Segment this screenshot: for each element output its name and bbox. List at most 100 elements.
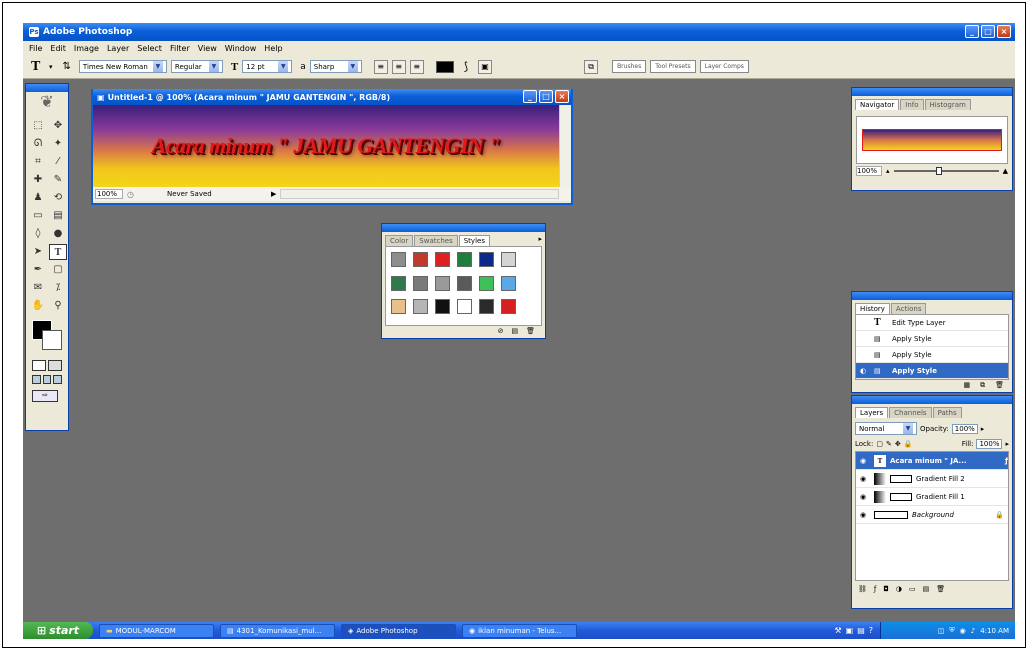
layer-row[interactable]: ◉ Gradient Fill 2 [856,470,1008,488]
style-swatch[interactable] [413,252,428,267]
taskbar-item[interactable]: ▬ MODUL-MARCOM [99,623,214,638]
layer-effects-icon[interactable]: ƒ [1005,457,1008,465]
speaker-icon[interactable]: ♪ [971,627,975,635]
history-brush-icon[interactable]: ◐ [860,367,870,375]
opacity-field[interactable]: 100% [951,423,978,434]
layer-row[interactable]: ◉ T Acara minum " JA... ƒ [856,452,1008,470]
menu-select[interactable]: Select [137,44,162,53]
style-swatch[interactable] [391,299,406,315]
opacity-arrow-icon[interactable]: ▸ [981,425,985,433]
palettes-toggle-button[interactable]: ▣ [478,59,493,74]
monitor-icon[interactable]: ▣ [846,626,854,635]
lock-transparency-icon[interactable]: ▢ [876,440,883,448]
doc-maximize-button[interactable]: □ [539,90,553,103]
visibility-eye-icon[interactable]: ◉ [860,475,870,483]
antivirus-icon[interactable]: ◉ [960,627,966,635]
style-swatch[interactable] [479,275,494,291]
style-swatch[interactable] [435,252,450,267]
palette-well-layer-comps[interactable]: Layer Comps [699,60,749,73]
tab-info[interactable]: Info [900,99,924,110]
document-vscroll[interactable] [559,105,571,187]
document-titlebar[interactable]: ▣ Untitled-1 @ 100% (Acara minum " JAMU … [93,89,571,105]
layer-row[interactable]: ◉ Gradient Fill 1 [856,488,1008,506]
document-hscroll[interactable] [280,189,559,199]
style-swatch[interactable] [413,275,428,291]
clone-stamp-tool-icon[interactable]: ♟ [29,190,47,206]
zoom-level[interactable]: 100% [95,189,123,199]
feather-logo-icon[interactable]: ❦ [26,92,68,114]
window-icon[interactable]: ▤ [857,626,865,635]
delete-style-icon[interactable]: 🗑 [526,327,535,335]
tab-color[interactable]: Color [385,235,414,246]
taskbar-item-active[interactable]: ◈ Adobe Photoshop [341,623,456,638]
taskbar-item[interactable]: ◉ iklan minuman - Telus... [462,623,577,638]
zoom-in-icon[interactable]: ▲ [1003,167,1008,175]
doc-minimize-button[interactable]: _ [523,90,537,103]
eyedropper-tool-icon[interactable]: ⁒ [49,280,67,296]
warp-text-icon[interactable]: ⟆ [464,60,468,73]
style-swatch[interactable] [413,299,428,315]
zoom-slider[interactable] [893,167,999,175]
palette-well-tool-presets[interactable]: Tool Presets [650,60,696,73]
menu-filter[interactable]: Filter [170,44,190,53]
crop-tool-icon[interactable]: ⌗ [29,154,47,170]
dodge-tool-icon[interactable]: ● [49,226,67,242]
clock[interactable]: 4:10 AM [980,627,1009,635]
lock-pixels-icon[interactable]: ✎ [886,440,892,448]
notes-tool-icon[interactable]: ✉ [29,280,47,296]
tool-preset-dropdown-icon[interactable]: ▾ [49,63,53,71]
style-swatch[interactable] [435,299,450,315]
new-style-icon[interactable]: ▤ [511,327,518,335]
new-layer-icon[interactable]: ▤ [923,585,930,593]
menu-file[interactable]: File [29,44,42,53]
tab-swatches[interactable]: Swatches [414,235,458,246]
layer-row[interactable]: ◉ Background 🔒 [856,506,1008,524]
fill-field[interactable]: 100% [976,439,1003,449]
slice-tool-icon[interactable]: ⁄ [49,154,67,170]
link-layers-icon[interactable]: ⛓ [858,585,867,593]
menu-image[interactable]: Image [74,44,99,53]
navigator-panel-header[interactable] [852,88,1012,96]
marquee-tool-icon[interactable]: ⬚ [29,118,47,134]
add-mask-icon[interactable]: ◘ [883,585,889,593]
menu-window[interactable]: Window [225,44,257,53]
quick-mask-toggle[interactable] [26,358,68,373]
doc-close-button[interactable]: × [555,90,569,103]
history-item-selected[interactable]: ◐ ▤ Apply Style [856,363,1008,379]
minimize-button[interactable]: _ [965,25,979,38]
jump-to-imageready-button[interactable]: ⇨ [32,390,58,402]
zoom-tool-icon[interactable]: ⚲ [49,298,67,314]
antialias-select[interactable]: Sharp ▼ [309,60,362,73]
new-snapshot-icon[interactable]: ▦ [963,381,970,390]
background-color-swatch[interactable] [42,330,62,350]
align-left-button[interactable]: ≡ [373,59,388,74]
new-document-icon[interactable]: ⧉ [980,381,985,390]
adjustment-layer-icon[interactable]: ◑ [896,585,902,593]
text-orientation-icon[interactable]: ⇅ [63,61,71,72]
taskbar-item[interactable]: ▤ 4301_Komunikasi_mul... [220,623,335,638]
path-selection-tool-icon[interactable]: ➤ [29,244,47,260]
close-button[interactable]: × [997,25,1011,38]
visibility-eye-icon[interactable]: ◉ [860,493,870,501]
delete-icon[interactable]: 🗑 [995,381,1004,390]
style-swatch[interactable] [435,275,450,291]
font-style-select[interactable]: Regular ▼ [170,60,223,73]
style-swatch[interactable] [501,252,516,267]
style-swatch[interactable] [391,252,406,267]
history-item[interactable]: T Edit Type Layer [856,315,1008,331]
tab-styles[interactable]: Styles [458,235,490,246]
layers-panel-header[interactable] [852,396,1012,404]
lock-position-icon[interactable]: ✥ [895,440,901,448]
tab-paths[interactable]: Paths [932,407,962,418]
style-swatch[interactable] [501,275,516,291]
status-menu-arrow-icon[interactable]: ▶ [271,190,276,198]
menu-edit[interactable]: Edit [50,44,66,53]
style-swatch[interactable] [479,299,494,315]
pen-tool-icon[interactable]: ✒ [29,262,47,278]
font-size-select[interactable]: 12 pt ▼ [242,60,293,73]
navigator-zoom-value[interactable]: 100% [856,166,882,176]
tab-actions[interactable]: Actions [890,303,927,314]
magic-wand-tool-icon[interactable]: ✦ [49,136,67,152]
style-swatch[interactable] [457,275,472,291]
toolbox-header[interactable] [26,84,68,92]
